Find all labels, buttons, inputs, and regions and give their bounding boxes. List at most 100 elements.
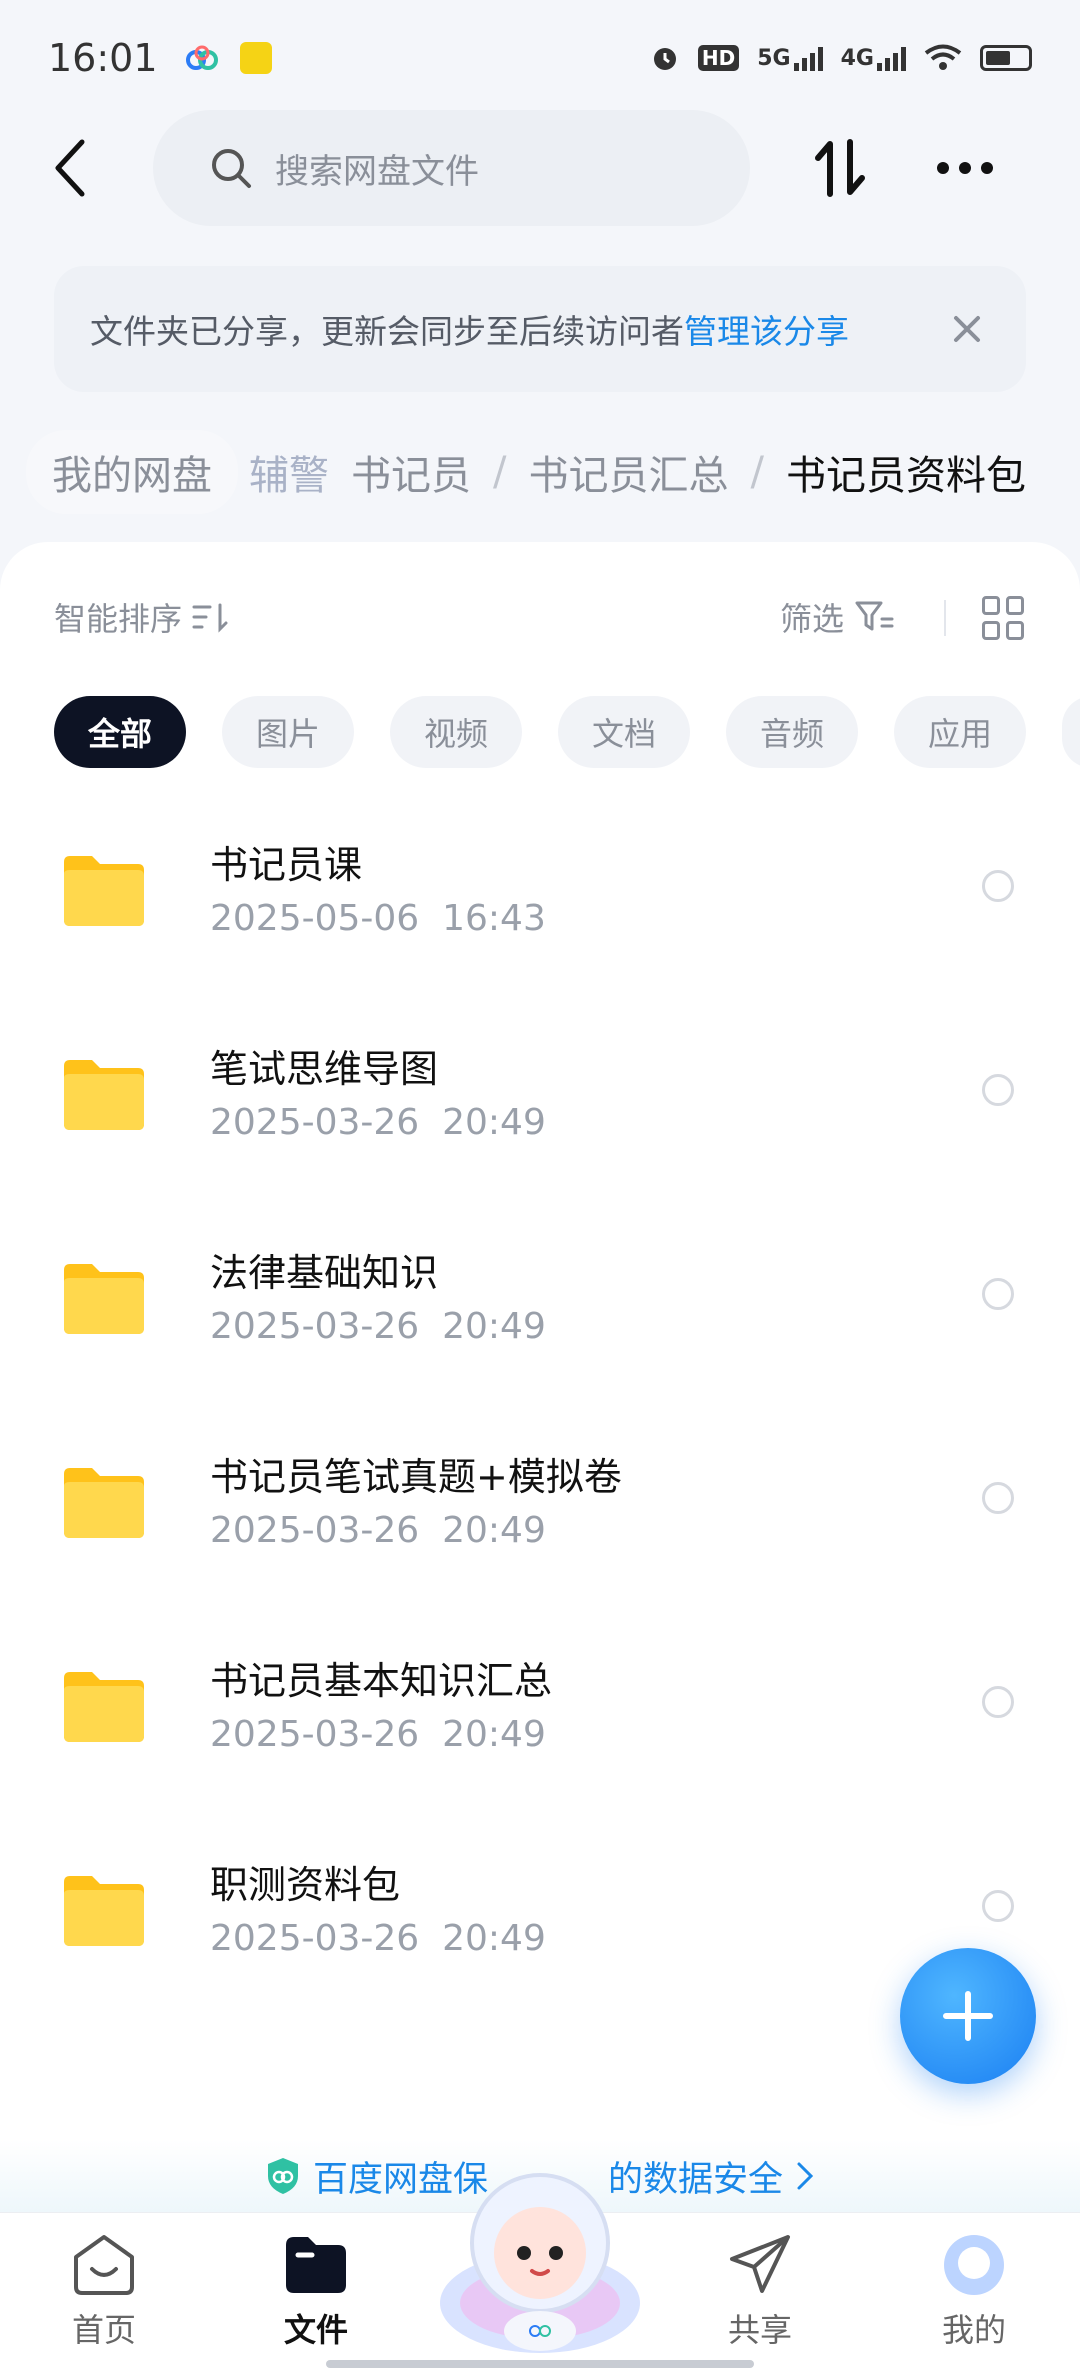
file-row[interactable]: 书记员笔试真题+模拟卷 2025-03-26 20:49 [0, 1420, 1080, 1624]
file-row[interactable]: 书记员基本知识汇总 2025-03-26 20:49 [0, 1624, 1080, 1828]
chip-videos[interactable]: 视频 [390, 696, 522, 768]
file-date: 2025-05-06 16:43 [210, 898, 546, 939]
hd-icon: HD [697, 44, 740, 71]
file-name: 笔试思维导图 [210, 1047, 439, 1091]
breadcrumb: 辅警 书记员 / 书记员汇总 / 书记员资料包 我的网盘 [0, 430, 1080, 514]
grid-view-icon [982, 621, 1000, 640]
grid-view-button[interactable] [982, 596, 1026, 640]
select-radio[interactable] [982, 1686, 1014, 1718]
category-chips: 全部 图片 视频 文档 音频 应用 [54, 696, 1080, 768]
more-dot-icon [959, 162, 971, 174]
grid-view-icon [982, 596, 1000, 615]
4g-signal-icon: 4G [841, 45, 906, 71]
file-row[interactable]: 笔试思维导图 2025-03-26 20:49 [0, 1012, 1080, 1216]
file-date: 2025-03-26 20:49 [210, 1510, 546, 1551]
nav-files-label: 文件 [283, 2311, 348, 2349]
grid-view-icon [1006, 621, 1024, 640]
nav-home[interactable]: 首页 [44, 2233, 164, 2363]
breadcrumb-current: 书记员资料包 [786, 453, 1026, 499]
nav-share[interactable]: 共享 [700, 2233, 820, 2363]
battery-icon [980, 44, 1032, 71]
file-row[interactable]: 法律基础知识 2025-03-26 20:49 [0, 1216, 1080, 1420]
nav-home-label: 首页 [71, 2311, 136, 2349]
bottom-navigation: 首页 文件 共享 我的 [0, 2173, 1080, 2376]
toolbar-divider [944, 600, 946, 636]
close-icon[interactable] [942, 304, 992, 354]
net-label-4g: 4G [840, 45, 874, 71]
select-radio[interactable] [982, 1890, 1014, 1922]
nav-mine[interactable]: 我的 [914, 2233, 1034, 2363]
folder-icon [64, 1876, 144, 1946]
file-name: 书记员基本知识汇总 [210, 1659, 553, 1703]
list-toolbar: 智能排序 筛选 [0, 582, 1080, 652]
transfer-button[interactable] [808, 136, 872, 200]
chip-more[interactable] [1062, 696, 1080, 768]
alarm-icon [653, 47, 676, 70]
folder-icon [64, 1468, 144, 1538]
smart-sort-button[interactable]: 智能排序 [54, 582, 228, 652]
folder-icon [286, 2237, 346, 2293]
chip-documents[interactable]: 文档 [558, 696, 690, 768]
5g-signal-icon: 5G [757, 45, 823, 71]
search-input[interactable]: 搜索网盘文件 [153, 110, 750, 226]
nav-share-label: 共享 [727, 2311, 792, 2349]
mascot-assistant-icon[interactable] [430, 2153, 650, 2353]
breadcrumb-separator: / [493, 449, 507, 495]
folder-icon [64, 1060, 144, 1130]
avatar-icon [944, 2235, 1004, 2295]
wifi-icon [924, 44, 962, 70]
filter-label: 筛选 [780, 600, 845, 638]
baidu-netdisk-icon [185, 45, 218, 70]
status-time: 16:01 [48, 35, 158, 80]
chip-all[interactable]: 全部 [54, 696, 186, 768]
share-notice-banner: 文件夹已分享，更新会同步至后续访问者 管理该分享 [54, 266, 1026, 392]
net-label-5g: 5G [757, 45, 791, 71]
app-notification-icon [239, 41, 272, 74]
select-radio[interactable] [982, 870, 1014, 902]
shield-icon [267, 2158, 298, 2194]
select-radio[interactable] [982, 1482, 1014, 1514]
file-name: 书记员笔试真题+模拟卷 [210, 1455, 622, 1499]
smart-sort-label: 智能排序 [54, 600, 183, 638]
folder-icon [64, 1672, 144, 1742]
select-radio[interactable] [982, 1074, 1014, 1106]
more-dot-icon [937, 162, 949, 174]
filter-button[interactable]: 筛选 [780, 582, 894, 652]
status-bar: 16:01 HD 5G 4G [0, 0, 1080, 115]
share-notice-text: 文件夹已分享，更新会同步至后续访问者 [90, 312, 684, 351]
transfer-arrows-icon [815, 139, 865, 197]
breadcrumb-item[interactable]: 辅警 [249, 443, 329, 501]
nav-files[interactable]: 文件 [256, 2233, 376, 2363]
more-dot-icon [981, 162, 993, 174]
file-row[interactable]: 书记员课 2025-05-06 16:43 [0, 808, 1080, 1012]
file-panel: 智能排序 筛选 全部 图片 视频 文档 音频 应用 书记员课 2025-05-0… [0, 542, 1080, 2212]
breadcrumb-root[interactable]: 我的网盘 [26, 430, 238, 514]
folder-icon [64, 856, 144, 926]
file-list: 书记员课 2025-05-06 16:43 笔试思维导图 2025-03-26 … [0, 808, 1080, 2032]
search-icon [212, 149, 251, 188]
grid-view-icon [1006, 596, 1024, 615]
file-name: 职测资料包 [210, 1863, 401, 1907]
chip-apps[interactable]: 应用 [894, 696, 1026, 768]
more-options-button[interactable] [930, 136, 1000, 200]
home-indicator[interactable] [326, 2360, 754, 2368]
folder-icon [64, 1264, 144, 1334]
breadcrumb-item[interactable]: 书记员汇总 [529, 443, 729, 501]
manage-share-link[interactable]: 管理该分享 [684, 305, 849, 353]
plus-icon [943, 1991, 993, 2041]
file-name: 法律基础知识 [210, 1251, 439, 1295]
file-name: 书记员课 [210, 843, 363, 887]
search-placeholder: 搜索网盘文件 [275, 151, 479, 192]
chip-audio[interactable]: 音频 [726, 696, 858, 768]
chevron-right-icon [797, 2162, 814, 2190]
home-face-icon [74, 2235, 134, 2295]
breadcrumb-item[interactable]: 书记员 [351, 443, 471, 501]
add-button[interactable] [900, 1948, 1036, 2084]
chip-images[interactable]: 图片 [222, 696, 354, 768]
nav-mine-label: 我的 [941, 2311, 1006, 2349]
filter-icon [855, 601, 894, 631]
select-radio[interactable] [982, 1278, 1014, 1310]
top-bar: 搜索网盘文件 [0, 110, 1080, 226]
breadcrumb-separator: / [750, 449, 764, 495]
back-button[interactable] [40, 136, 100, 200]
